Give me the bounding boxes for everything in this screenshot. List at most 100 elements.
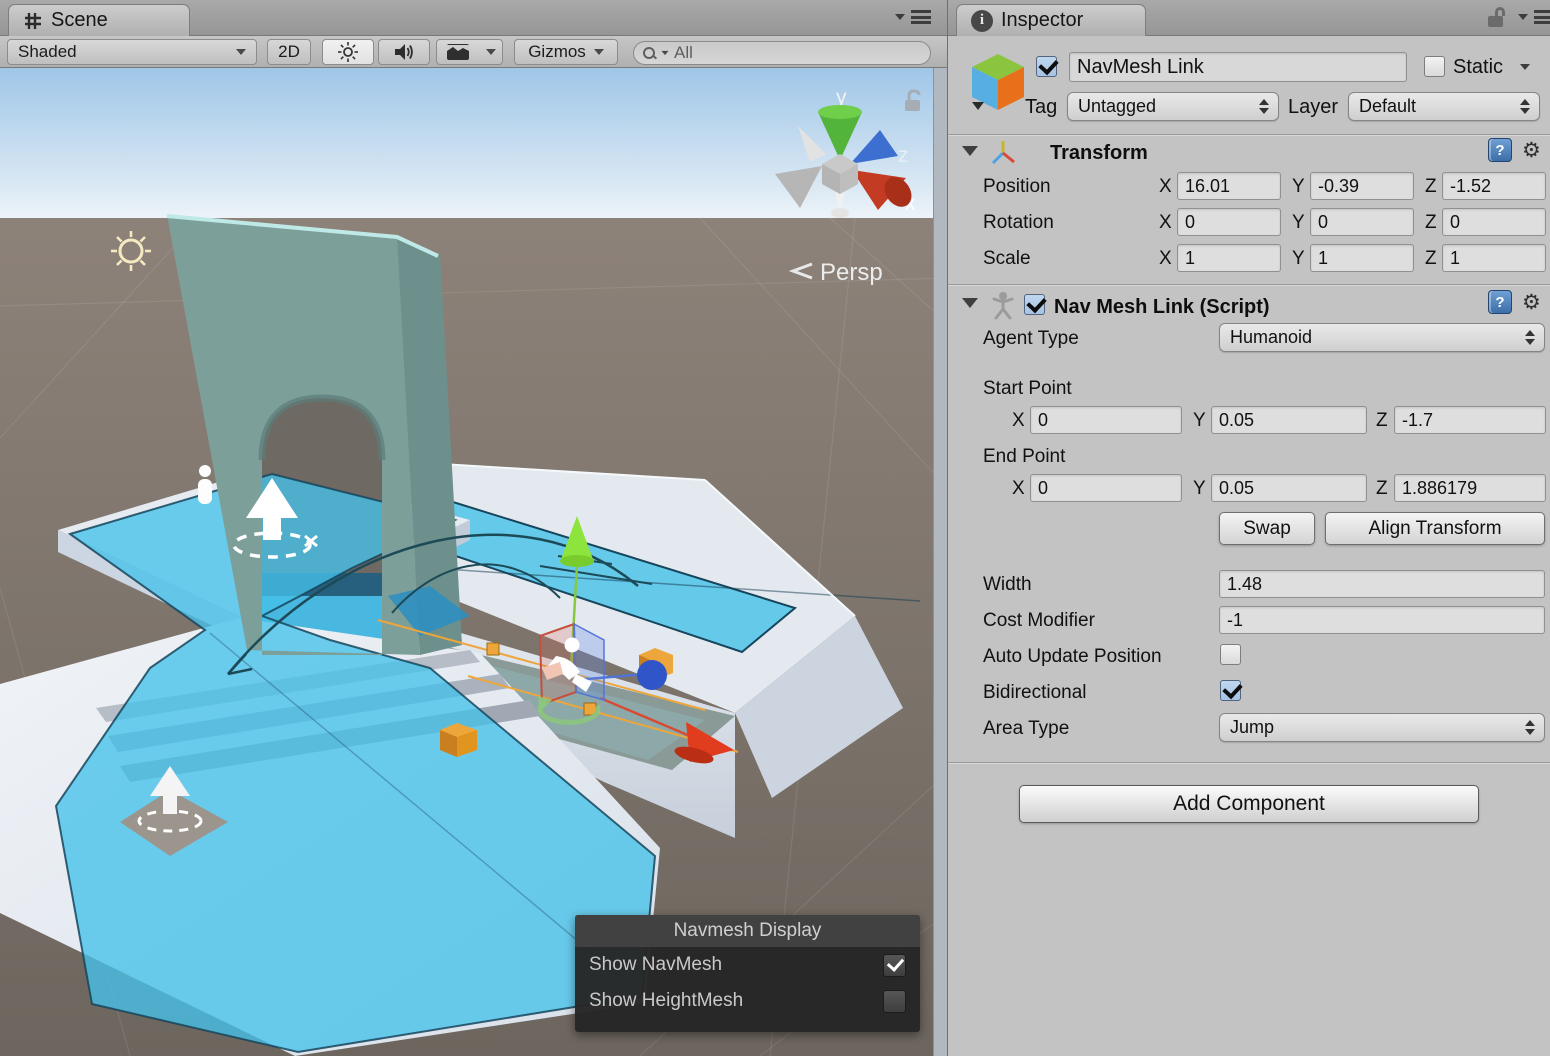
tab-scene-label: Scene — [51, 9, 108, 32]
help-icon[interactable]: ? — [1488, 290, 1512, 314]
pane-menu-icon[interactable] — [1534, 10, 1550, 24]
scale-label: Scale — [983, 248, 1031, 270]
agent-type-value: Humanoid — [1230, 327, 1312, 347]
rotation-z-field[interactable]: 0 — [1442, 208, 1546, 236]
transform-foldout[interactable] — [962, 146, 978, 156]
humanoid-icon — [988, 290, 1018, 320]
gear-icon[interactable]: ⚙ — [1522, 138, 1541, 163]
tag-value: Untagged — [1078, 96, 1156, 116]
overlay-row-showheightmesh: Show HeightMesh — [575, 983, 920, 1019]
bidirectional-checkbox[interactable] — [1220, 680, 1241, 701]
search-icon — [642, 46, 656, 60]
search-filter-caret-icon — [662, 51, 669, 55]
inspector-tabbar: i Inspector — [948, 0, 1550, 36]
auto-update-label: Auto Update Position — [983, 646, 1162, 668]
area-type-dropdown[interactable]: Jump — [1219, 713, 1545, 742]
scale-x-field[interactable]: 1 — [1177, 244, 1281, 272]
audio-toggle-button[interactable] — [378, 39, 430, 65]
start-y-field[interactable]: 0.05 — [1211, 406, 1367, 434]
end-x-field[interactable]: 0 — [1030, 474, 1182, 502]
axis-z: Z — [1376, 410, 1388, 432]
static-checkbox[interactable] — [1424, 56, 1445, 77]
sun-icon — [337, 41, 359, 63]
gameobject-cube-icon[interactable] — [970, 52, 1026, 114]
grid-icon — [23, 11, 43, 31]
help-icon[interactable]: ? — [1488, 138, 1512, 162]
scale-y-field[interactable]: 1 — [1310, 244, 1414, 272]
position-z-field[interactable]: -1.52 — [1442, 172, 1546, 200]
scene-viewport[interactable]: y z x Persp — [0, 68, 947, 1056]
scene-tabbar: Scene — [0, 0, 947, 36]
bidirectional-label: Bidirectional — [983, 682, 1087, 704]
show-navmesh-label: Show NavMesh — [589, 954, 722, 976]
inspector-menu[interactable] — [1518, 10, 1550, 24]
scene-tab-menu[interactable] — [895, 10, 931, 24]
agent-type-dropdown[interactable]: Humanoid — [1219, 323, 1545, 352]
show-navmesh-checkbox[interactable] — [883, 954, 906, 977]
area-type-label: Area Type — [983, 718, 1069, 740]
show-heightmesh-label: Show HeightMesh — [589, 990, 743, 1012]
divider — [948, 284, 1550, 286]
static-dropdown-icon[interactable] — [1520, 64, 1530, 70]
inspector-panel: i Inspector NavMesh Link Static — [947, 0, 1550, 1056]
effects-toggle-button[interactable] — [436, 39, 480, 65]
unity-editor-window: Scene Shaded 2D — [0, 0, 1550, 1056]
effects-dropdown[interactable] — [479, 39, 503, 65]
navmeshlink-title: Nav Mesh Link (Script) — [1054, 296, 1270, 319]
axis-y: Y — [1292, 176, 1305, 198]
pane-dropdown-icon[interactable] — [895, 14, 905, 20]
navmeshlink-enabled-checkbox[interactable] — [1024, 294, 1045, 315]
pane-menu-icon[interactable] — [911, 10, 931, 24]
layer-dropdown[interactable]: Default — [1348, 92, 1540, 121]
gameobject-active-checkbox[interactable] — [1036, 56, 1057, 77]
axis-x: X — [1159, 176, 1172, 198]
gizmos-dropdown[interactable]: Gizmos — [514, 39, 618, 65]
axis-z: Z — [1425, 248, 1437, 270]
end-z-field[interactable]: 1.886179 — [1394, 474, 1546, 502]
start-x-field[interactable]: 0 — [1030, 406, 1182, 434]
axis-y: Y — [1292, 248, 1305, 270]
axis-z: Z — [1425, 176, 1437, 198]
rotation-x-field[interactable]: 0 — [1177, 208, 1281, 236]
position-label: Position — [983, 176, 1051, 198]
gizmos-label: Gizmos — [528, 42, 586, 62]
tab-inspector[interactable]: i Inspector — [956, 4, 1146, 36]
axis-y: Y — [1292, 212, 1305, 234]
position-y-field[interactable]: -0.39 — [1310, 172, 1414, 200]
start-point-label: Start Point — [983, 378, 1072, 400]
layer-label: Layer — [1288, 96, 1338, 119]
gameobject-name-field[interactable]: NavMesh Link — [1069, 52, 1407, 82]
auto-update-checkbox[interactable] — [1220, 644, 1241, 665]
overlay-title[interactable]: Navmesh Display — [575, 915, 920, 947]
2d-toggle-button[interactable]: 2D — [267, 39, 311, 65]
align-transform-button[interactable]: Align Transform — [1325, 512, 1545, 545]
pane-dropdown-icon[interactable] — [1518, 14, 1528, 20]
transform-title: Transform — [1050, 142, 1148, 165]
inspector-lock[interactable] — [1488, 7, 1504, 27]
cost-modifier-field[interactable]: -1 — [1219, 606, 1545, 634]
axis-y: Y — [1193, 410, 1206, 432]
layer-value: Default — [1359, 96, 1416, 116]
gear-icon[interactable]: ⚙ — [1522, 290, 1541, 315]
position-x-field[interactable]: 16.01 — [1177, 172, 1281, 200]
rotation-y-field[interactable]: 0 — [1310, 208, 1414, 236]
start-z-field[interactable]: -1.7 — [1394, 406, 1546, 434]
search-input[interactable]: All — [633, 41, 931, 65]
end-point-label: End Point — [983, 446, 1065, 468]
inspector-body: NavMesh Link Static Tag Untagged Layer D… — [948, 36, 1550, 1056]
transform-icon — [988, 138, 1018, 168]
width-field[interactable]: 1.48 — [1219, 570, 1545, 598]
tab-scene[interactable]: Scene — [8, 4, 190, 36]
unlock-icon — [1488, 7, 1504, 27]
lighting-toggle-button[interactable] — [322, 39, 374, 65]
axis-z: Z — [1376, 478, 1388, 500]
show-heightmesh-checkbox[interactable] — [883, 990, 906, 1013]
swap-button[interactable]: Swap — [1219, 512, 1315, 545]
end-y-field[interactable]: 0.05 — [1211, 474, 1367, 502]
tag-dropdown[interactable]: Untagged — [1067, 92, 1279, 121]
add-component-button[interactable]: Add Component — [1019, 785, 1479, 823]
navmeshlink-foldout[interactable] — [962, 298, 978, 308]
shading-mode-dropdown[interactable]: Shaded — [7, 39, 257, 65]
area-type-value: Jump — [1230, 717, 1274, 737]
scale-z-field[interactable]: 1 — [1442, 244, 1546, 272]
